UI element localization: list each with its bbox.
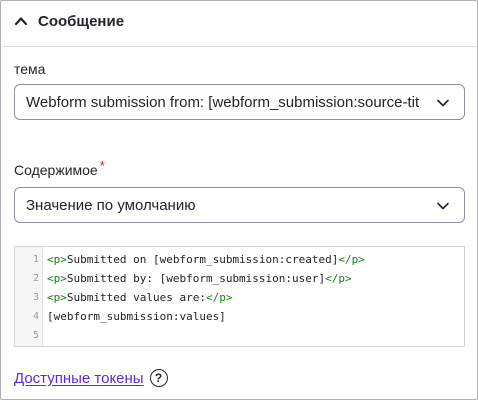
body-label: Содержимое *: [14, 158, 105, 178]
code-content: [webform_submission:values]: [47, 310, 226, 323]
subject-label: тема: [14, 61, 46, 77]
code-content: Submitted values are:: [66, 291, 206, 304]
html-tag: </p>: [338, 253, 365, 266]
line-number: 3: [32, 292, 39, 303]
chevron-down-icon: [436, 199, 450, 211]
html-tag: </p>: [205, 291, 233, 304]
available-tokens-link[interactable]: Доступные токены: [14, 370, 144, 387]
help-icon[interactable]: ?: [149, 369, 168, 387]
code-line[interactable]: 1 <p>Submitted on [webform_submission:cr…: [15, 250, 464, 269]
code-line[interactable]: 4 [webform_submission:values]: [15, 307, 464, 326]
subject-select[interactable]: Webform submission from: [webform_submis…: [14, 84, 465, 120]
html-tag: <p>: [47, 272, 67, 285]
body-value: Значение по умолчанию: [26, 196, 196, 214]
html-tag: </p>: [325, 272, 352, 285]
subject-value: Webform submission from: [webform_submis…: [26, 93, 420, 111]
tokens-row: Доступные токены ?: [14, 369, 168, 387]
code-text: <p>Submitted values are:</p>: [47, 291, 232, 304]
code-line[interactable]: 3 <p>Submitted values are:</p>: [15, 288, 464, 307]
code-text: <p>Submitted on [webform_submission:crea…: [47, 253, 365, 266]
required-marker: *: [99, 158, 105, 173]
chevron-up-icon: [14, 14, 28, 28]
code-text: <p>Submitted by: [webform_submission:use…: [47, 272, 352, 285]
code-line[interactable]: 5: [15, 326, 464, 345]
code-editor[interactable]: 1 <p>Submitted on [webform_submission:cr…: [14, 246, 465, 347]
body-label-text: Содержимое: [14, 162, 98, 178]
line-number: 4: [32, 311, 39, 322]
section-toggle[interactable]: Сообщение: [14, 11, 124, 31]
line-number: 2: [32, 273, 39, 284]
section-title: Сообщение: [38, 12, 125, 30]
divider: [2, 46, 476, 47]
chevron-down-icon: [436, 96, 450, 108]
body-select[interactable]: Значение по умолчанию: [14, 187, 465, 223]
code-text: [webform_submission:values]: [47, 310, 226, 323]
code-content: Submitted by: [webform_submission:user]: [66, 272, 326, 285]
code-line[interactable]: 2 <p>Submitted by: [webform_submission:u…: [15, 269, 464, 288]
html-tag: <p>: [47, 291, 67, 304]
html-tag: <p>: [47, 253, 67, 266]
line-number: 5: [32, 330, 39, 341]
line-number: 1: [32, 254, 39, 265]
message-details: Сообщение тема Webform submission from: …: [0, 0, 478, 400]
code-content: Submitted on [webform_submission:created…: [66, 253, 339, 266]
